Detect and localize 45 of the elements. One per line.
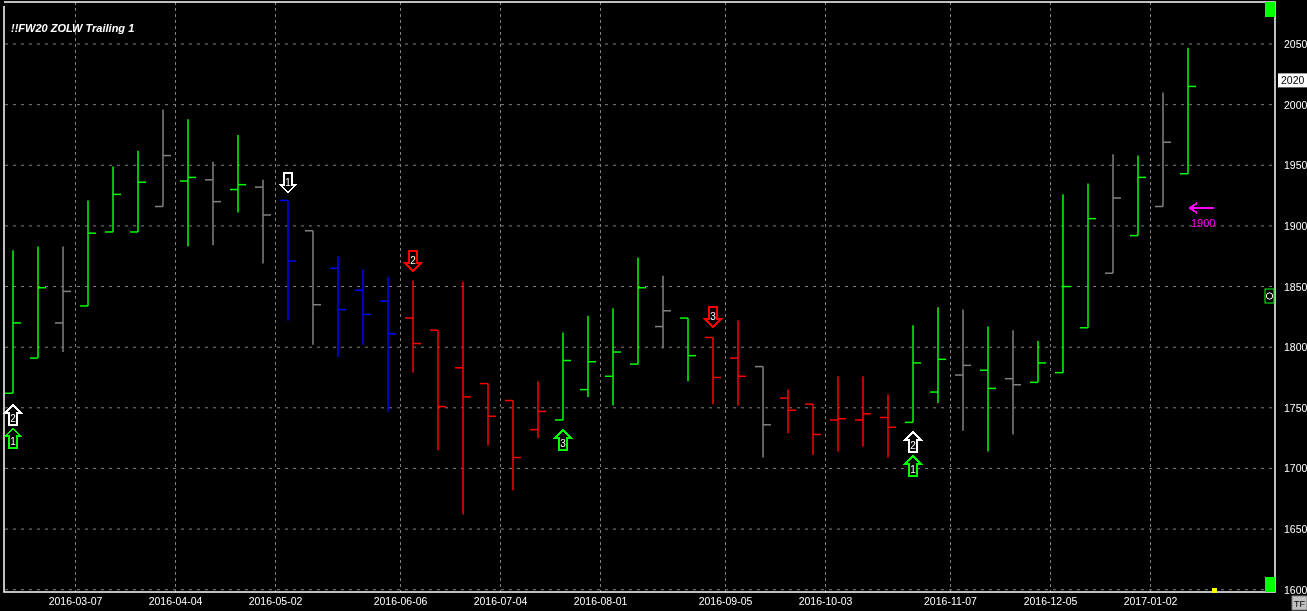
axis-tick-label: 2000 [1284, 98, 1307, 111]
axis-tick-label: 1900 [1284, 219, 1307, 232]
axis-tick-label: 2016-12-05 [1023, 595, 1078, 607]
price-bar [529, 380, 547, 439]
axis-tick-label: 2016-06-06 [373, 595, 428, 607]
price-bar [704, 336, 722, 405]
down-arrow-signal: 1 [277, 171, 299, 194]
axis-tick-label: 1650 [1284, 523, 1307, 536]
scroll-handle[interactable] [1265, 2, 1275, 17]
axis-tick-label: 2016-08-01 [573, 595, 628, 607]
up-arrow-signal: 2 [902, 430, 924, 454]
price-alert-label: 1900 [1191, 217, 1216, 229]
axis-tick-label: 1600 [1284, 583, 1307, 596]
price-bar [779, 388, 797, 435]
price-bar [1029, 340, 1047, 384]
axis-tick-label: 2016-07-04 [473, 595, 528, 607]
axis-tick-label: 1750 [1284, 401, 1307, 414]
axis-tick-label: 2017-01-02 [1123, 595, 1178, 607]
axis-tick-label: 1800 [1284, 341, 1307, 354]
down-arrow-signal: 3 [702, 306, 724, 329]
axis-tick-label: 2050 [1284, 38, 1307, 50]
down-arrow-signal: 2 [402, 250, 424, 273]
up-arrow-signal: 1 [902, 454, 924, 478]
up-arrow-signal: 1 [2, 427, 24, 450]
price-label: 2020 [1278, 73, 1307, 88]
axis-tick-label: 2016-10-03 [798, 595, 853, 607]
axis-tick-label: 2016-11-07 [924, 595, 977, 607]
up-arrow-signal: 2 [2, 403, 24, 427]
axis-tick-label: 2016-04-04 [148, 595, 203, 607]
price-bar [479, 382, 497, 447]
price-bar [804, 403, 822, 456]
chart-title: !!FW20 ZOLW Trailing 1 [11, 22, 135, 34]
axis-tick-label: 2016-03-07 [48, 595, 103, 607]
axis-tick-label: 2016-05-02 [248, 595, 303, 607]
scroll-handle[interactable] [1265, 577, 1275, 592]
price-bar [104, 165, 122, 233]
axis-tick-label: 2016-09-05 [698, 595, 753, 607]
price-bar [679, 317, 697, 382]
marker-icon [1212, 588, 1217, 593]
up-arrow-signal: 3 [552, 428, 574, 451]
axis-tick-label: 1950 [1284, 159, 1307, 172]
price-bar [879, 393, 897, 459]
axis-tick-label: 1700 [1284, 462, 1307, 475]
tf-button[interactable]: TF [1291, 595, 1307, 611]
axis-tick-label: 1850 [1284, 280, 1307, 293]
